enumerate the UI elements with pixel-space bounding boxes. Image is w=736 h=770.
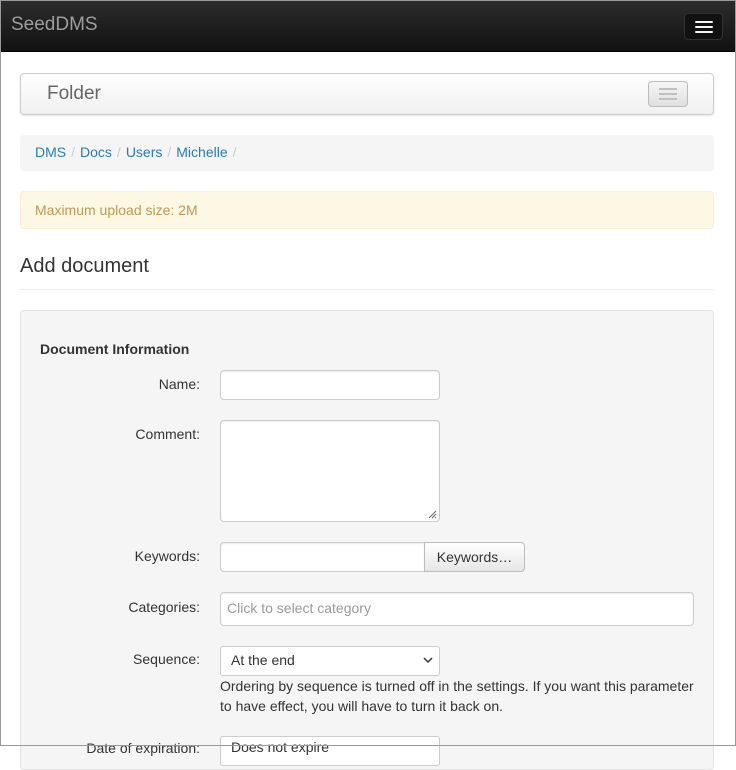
- breadcrumb-separator: /: [116, 144, 121, 160]
- breadcrumb-item-dms[interactable]: DMS: [35, 144, 66, 160]
- folder-bar: Folder: [20, 73, 714, 115]
- comment-textarea[interactable]: [220, 420, 440, 522]
- breadcrumb-separator: /: [71, 144, 76, 160]
- breadcrumb-item-michelle[interactable]: Michelle: [176, 144, 227, 160]
- page-title: Add document: [20, 255, 149, 277]
- breadcrumb-item-users[interactable]: Users: [126, 144, 163, 160]
- menu-hamburger-icon[interactable]: [684, 13, 723, 40]
- name-input[interactable]: [220, 370, 440, 400]
- folder-menu-toggle-icon[interactable]: [648, 81, 688, 107]
- sequence-label: Sequence:: [133, 651, 200, 667]
- keywords-button[interactable]: Keywords…: [424, 542, 525, 572]
- expiration-select[interactable]: Does not expire: [220, 736, 440, 766]
- expiration-value: Does not expire: [231, 739, 330, 755]
- top-navbar: SeedDMS: [1, 1, 735, 52]
- sequence-select[interactable]: At the end: [220, 646, 440, 676]
- breadcrumb-item-docs[interactable]: Docs: [80, 144, 112, 160]
- categories-placeholder: Click to select category: [227, 600, 371, 616]
- keywords-input[interactable]: [220, 542, 425, 572]
- section-title: Document Information: [40, 341, 190, 357]
- keywords-label: Keywords:: [134, 548, 200, 564]
- sequence-help-text: Ordering by sequence is turned off in th…: [220, 678, 694, 714]
- name-label: Name:: [158, 376, 200, 392]
- chevron-down-icon: [423, 657, 433, 664]
- comment-label: Comment:: [135, 426, 200, 442]
- upload-size-alert: Maximum upload size: 2M: [20, 191, 714, 229]
- expiration-label: Date of expiration:: [86, 740, 200, 756]
- folder-title: Folder: [47, 83, 101, 104]
- breadcrumb: DMS / Docs / Users / Michelle /: [20, 135, 714, 171]
- brand-logo[interactable]: SeedDMS: [11, 14, 98, 36]
- breadcrumb-separator: /: [232, 144, 237, 160]
- sequence-value: At the end: [231, 652, 295, 668]
- breadcrumb-separator: /: [167, 144, 172, 160]
- divider: [20, 289, 714, 290]
- resize-grip-icon[interactable]: [428, 510, 437, 519]
- categories-label: Categories:: [128, 599, 200, 615]
- categories-select[interactable]: Click to select category: [220, 592, 694, 626]
